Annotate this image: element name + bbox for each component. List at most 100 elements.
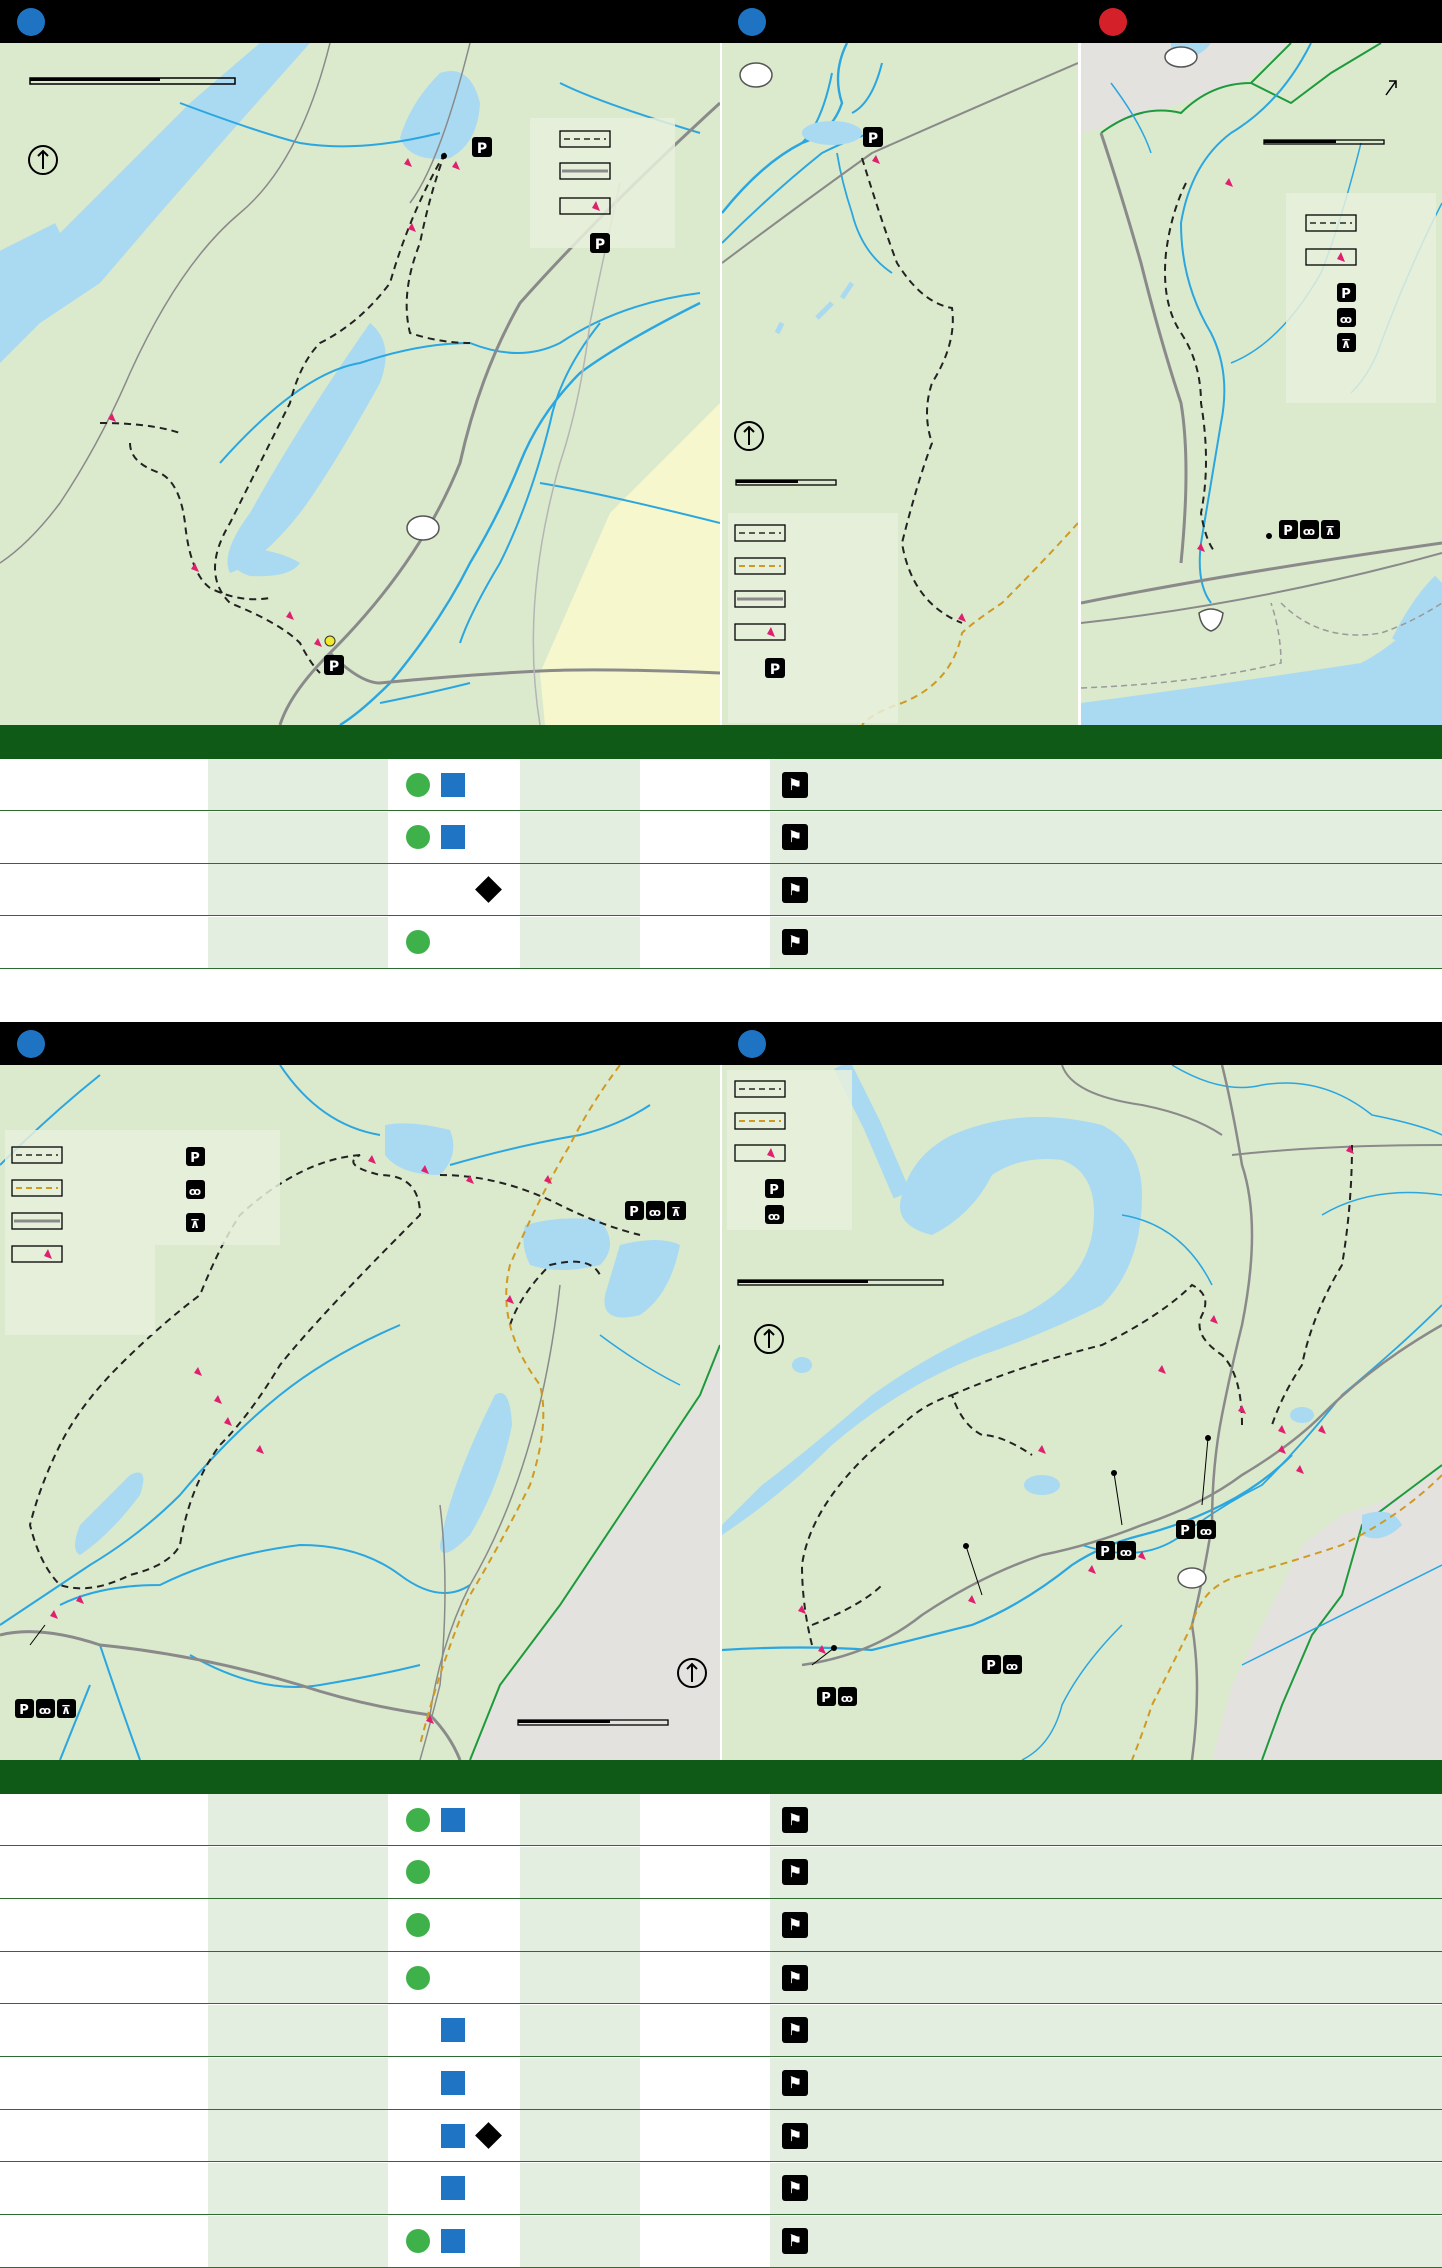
map-panel-2[interactable]: P P xyxy=(722,43,1078,725)
bottom-table-cell xyxy=(520,1899,640,1951)
top-table-cell xyxy=(208,864,388,915)
bottom-table-cell xyxy=(0,2215,208,2267)
bottom-table-cell xyxy=(520,1952,640,2004)
top-table-cell xyxy=(770,811,1442,863)
svg-text:P: P xyxy=(1283,524,1293,539)
svg-text:P: P xyxy=(986,1659,996,1674)
dog-icon: ⚑ xyxy=(782,2017,808,2044)
svg-text:P: P xyxy=(1180,1524,1190,1539)
bottom-table-cell xyxy=(770,2162,1442,2215)
bottom-table-cell xyxy=(208,2162,388,2215)
bottom-table-header xyxy=(0,1760,1442,1794)
svg-text:P: P xyxy=(629,1205,639,1220)
svg-text:⊼: ⊼ xyxy=(1325,524,1335,538)
bottom-table-cell xyxy=(640,1952,770,2004)
svg-text:⊼: ⊼ xyxy=(1341,337,1351,351)
svg-text:ꝏ: ꝏ xyxy=(1340,313,1352,326)
moderate-difficulty-icon xyxy=(441,1807,465,1832)
moderate-difficulty-icon xyxy=(441,2229,465,2254)
svg-text:ꝏ: ꝏ xyxy=(39,1704,51,1717)
bottom-table-cell xyxy=(0,2057,208,2109)
top-table-header xyxy=(0,725,1442,759)
moderate-difficulty-icon xyxy=(441,2018,465,2043)
moderate-difficulty-icon xyxy=(441,2176,465,2201)
svg-text:ꝏ: ꝏ xyxy=(841,1692,853,1705)
top-table-cell xyxy=(640,916,770,968)
dog-icon: ⚑ xyxy=(782,876,808,903)
top-table-row: ⚑ xyxy=(0,864,1442,916)
bottom-table-cell xyxy=(0,1899,208,1951)
easy-difficulty-icon xyxy=(406,825,430,849)
svg-text:P: P xyxy=(1341,287,1351,302)
top-table-cell xyxy=(770,864,1442,915)
dog-icon: ⚑ xyxy=(782,771,808,798)
svg-text:P: P xyxy=(868,131,878,147)
map-panel-5[interactable]: P ꝏ P ꝏ P ꝏ P ꝏ P ꝏ xyxy=(722,1065,1442,1760)
svg-text:⊼: ⊼ xyxy=(671,1205,681,1219)
bottom-table-cell xyxy=(640,2162,770,2215)
bottom-table-row: ⚑ xyxy=(0,2057,1442,2110)
top-table-cell xyxy=(208,811,388,863)
easy-difficulty-icon xyxy=(406,1912,430,1937)
map-4-drawing: P ꝏ ⊼ P ꝏ ⊼ P ꝏ ⊼ xyxy=(0,1065,720,1760)
svg-text:P: P xyxy=(477,141,487,157)
top-table-cell xyxy=(520,759,640,810)
bottom-table-cell xyxy=(640,1899,770,1951)
bottom-table-row: ⚑ xyxy=(0,2215,1442,2268)
map-1-marker-icon xyxy=(17,8,45,36)
dog-icon: ⚑ xyxy=(782,2070,808,2097)
top-table-cell xyxy=(520,811,640,863)
map-3-marker-icon xyxy=(1099,8,1127,36)
bottom-table-cell xyxy=(770,2057,1442,2109)
bottom-table-cell xyxy=(640,2110,770,2162)
bottom-table-cell xyxy=(520,2004,640,2056)
bottom-table-cell xyxy=(520,2110,640,2162)
bottom-header-bar xyxy=(0,1022,1442,1065)
top-table-cell xyxy=(770,759,1442,810)
bottom-table-cell xyxy=(0,2110,208,2162)
svg-text:P: P xyxy=(1100,1545,1110,1560)
easy-difficulty-icon xyxy=(406,1965,430,1990)
svg-text:ꝏ: ꝏ xyxy=(1120,1546,1132,1559)
map-panel-4[interactable]: P ꝏ ⊼ P ꝏ ⊼ P ꝏ ⊼ xyxy=(0,1065,720,1760)
map-2-drawing: P P xyxy=(722,43,1078,725)
dog-icon: ⚑ xyxy=(782,2175,808,2202)
bottom-table-row: ⚑ xyxy=(0,1952,1442,2005)
top-table-cell xyxy=(208,916,388,968)
svg-text:ꝏ: ꝏ xyxy=(1006,1660,1018,1673)
bottom-table-cell xyxy=(0,1952,208,2004)
top-table-cell xyxy=(0,759,208,810)
bottom-table-cell xyxy=(770,1794,1442,1846)
top-table-row: ⚑ xyxy=(0,916,1442,969)
top-table-cell xyxy=(520,916,640,968)
bottom-table-cell xyxy=(520,2162,640,2215)
moderate-difficulty-icon xyxy=(441,772,465,797)
bottom-table-row: ⚑ xyxy=(0,1899,1442,1952)
bottom-table-cell xyxy=(208,2057,388,2109)
bottom-table-cell xyxy=(208,2215,388,2267)
svg-text:⊼: ⊼ xyxy=(190,1217,200,1231)
map-panel-1[interactable]: P P P xyxy=(0,43,720,725)
svg-text:ꝏ: ꝏ xyxy=(1303,525,1315,538)
moderate-difficulty-icon xyxy=(441,2123,465,2148)
bottom-table-cell xyxy=(0,2162,208,2215)
top-table-cell xyxy=(0,864,208,915)
top-table-cell xyxy=(208,759,388,810)
bottom-table-cell xyxy=(640,1846,770,1898)
bottom-table-cell xyxy=(520,1846,640,1898)
top-table-cell xyxy=(770,916,1442,968)
svg-text:ꝏ: ꝏ xyxy=(189,1185,201,1198)
bottom-table-cell xyxy=(640,2215,770,2267)
top-table-cell xyxy=(640,759,770,810)
dog-icon: ⚑ xyxy=(782,1911,808,1938)
top-table-cell xyxy=(520,864,640,915)
svg-text:ꝏ: ꝏ xyxy=(1200,1525,1212,1538)
svg-text:P: P xyxy=(821,1691,831,1706)
bottom-table-cell xyxy=(640,2057,770,2109)
easy-difficulty-icon xyxy=(406,930,430,954)
bottom-table-cell xyxy=(770,2110,1442,2162)
top-table-row: ⚑ xyxy=(0,759,1442,811)
bottom-table-cell xyxy=(208,1952,388,2004)
map-panel-3[interactable]: P ꝏ ⊼ P ꝏ ⊼ xyxy=(1081,43,1442,725)
bottom-table-cell xyxy=(770,1899,1442,1951)
